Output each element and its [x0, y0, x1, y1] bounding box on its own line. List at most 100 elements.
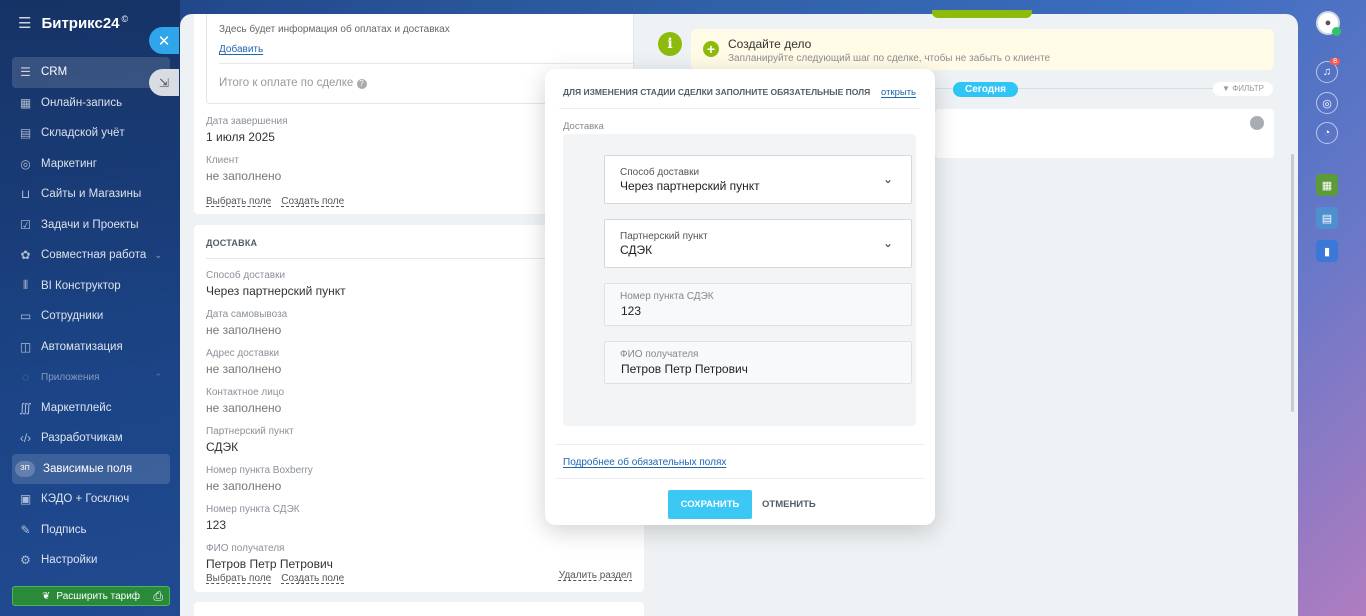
- user-avatar[interactable]: ●: [1316, 11, 1341, 36]
- help-icon[interactable]: ?: [356, 79, 367, 89]
- chat-icon: ◔: [1323, 127, 1331, 139]
- field-value[interactable]: Через партнерский пункт: [206, 284, 346, 298]
- sidebar-item-collab[interactable]: ✿ Совместная работа ⌄: [12, 240, 170, 271]
- sidebar-item-sites[interactable]: ⊔ Сайты и Магазины: [12, 179, 170, 210]
- field-value: СДЭК: [620, 243, 653, 257]
- delivery-method-select[interactable]: Способ доставки Через партнерский пункт …: [604, 155, 912, 204]
- field-value[interactable]: Петров Петр Петрович: [206, 557, 346, 571]
- partner-point-select[interactable]: Партнерский пункт СДЭК ⌄: [604, 219, 912, 268]
- chevron-down-icon[interactable]: ⌄: [154, 250, 162, 261]
- scrollbar[interactable]: [1291, 154, 1294, 412]
- sidebar-item-label: Настройки: [41, 554, 98, 567]
- sidebar-item-developers[interactable]: ‹/› Разработчикам: [12, 423, 170, 454]
- field-value[interactable]: 123: [206, 518, 346, 532]
- warehouse-icon: ▤: [19, 126, 32, 141]
- sidebar-item-sign[interactable]: ✎ Подпись: [12, 515, 170, 546]
- required-fields-help-link[interactable]: Подробнее об обязательных полях: [563, 457, 726, 468]
- doc-icon: ▣: [19, 492, 32, 507]
- save-button[interactable]: СОХРАНИТЬ: [668, 490, 752, 519]
- bell-icon: ♫: [1322, 66, 1332, 78]
- sidebar-item-bi[interactable]: ⫴ BI Конструктор: [12, 271, 170, 302]
- chevron-down-icon: ⌄: [882, 236, 893, 250]
- chart-icon: ⫴: [22, 278, 29, 293]
- field-label: Номер пункта СДЭК: [206, 504, 300, 515]
- select-field-link[interactable]: Выбрать поле: [206, 573, 271, 584]
- sidebar-item-dependent-fields[interactable]: ЗП Зависимые поля: [12, 453, 170, 484]
- comment-card[interactable]: [935, 109, 1274, 158]
- sidebar-item-label: Совместная работа: [41, 249, 147, 262]
- printer-icon[interactable]: ⎙: [153, 589, 163, 604]
- add-payment-link[interactable]: Добавить: [219, 44, 263, 55]
- todo-subtitle: Запланируйте следующий шаг по сделке, чт…: [728, 53, 1051, 64]
- sidebar-item-settings[interactable]: ⚙ Настройки: [12, 545, 170, 576]
- select-field-link[interactable]: Выбрать поле: [206, 196, 271, 207]
- filter-button[interactable]: ▼ ФИЛЬТР: [1213, 82, 1273, 96]
- close-icon: ✕: [157, 32, 171, 50]
- field-value[interactable]: СДЭК: [206, 440, 346, 454]
- minimize-panel-button[interactable]: ⇲: [149, 69, 179, 96]
- close-panel-button[interactable]: ✕: [149, 27, 179, 54]
- sidebar-item-crm[interactable]: ☰ CRM: [12, 57, 170, 88]
- sidebar-item-tasks[interactable]: ☑ Задачи и Проекты: [12, 210, 170, 241]
- sidebar-item-label: Онлайн-запись: [41, 96, 123, 109]
- sidebar-item-marketing[interactable]: ◎ Маркетинг: [12, 149, 170, 180]
- close-date-label: Дата завершения: [206, 116, 288, 127]
- open-link[interactable]: открыть: [881, 87, 916, 98]
- field-value[interactable]: не заполнено: [206, 479, 346, 493]
- sidebar-menu: ☰ CRM ▦ Онлайн-запись ▤ Складской учёт ◎ Мар…: [12, 57, 170, 576]
- todo-card[interactable]: + Создайте дело Запланируйте следующий ш…: [691, 29, 1274, 70]
- logo-mark: ©: [121, 14, 129, 24]
- popup-header: ДЛЯ ИЗМЕНЕНИЯ СТАДИИ СДЕЛКИ ЗАПОЛНИТЕ ОБ…: [563, 87, 871, 97]
- sidebar-item-booking[interactable]: ▦ Онлайн-запись: [12, 88, 170, 119]
- sidebar-group-apps[interactable]: ◌ Приложения ⌃: [12, 362, 170, 393]
- app-icon: ▦: [1321, 179, 1333, 192]
- sidebar-item-kedo[interactable]: ▣ КЭДО + Госключ: [12, 484, 170, 515]
- logo[interactable]: ☰ Битрикс24 ©: [18, 14, 128, 32]
- field-label: Дата самовывоза: [206, 309, 288, 320]
- field-value[interactable]: не заполнено: [206, 401, 346, 415]
- sidebar-item-marketplace[interactable]: ∭ Маркетплейс: [12, 393, 170, 424]
- upgrade-button[interactable]: ❦ Расширить тариф ⎙: [12, 586, 170, 606]
- field-value[interactable]: не заполнено: [206, 323, 346, 337]
- gear-icon: ⚙: [20, 553, 31, 568]
- apps-icon: ◌: [21, 370, 30, 385]
- sidebar-item-label: Задачи и Проекты: [41, 218, 139, 231]
- avatar: [1250, 116, 1264, 130]
- create-field-link[interactable]: Создать поле: [281, 196, 344, 207]
- notifications-button[interactable]: ♫ 8: [1316, 58, 1340, 83]
- app-button-1[interactable]: ▦: [1316, 174, 1338, 196]
- app-icon: ▤: [1321, 212, 1333, 225]
- sidebar-item-employees[interactable]: ▭ Сотрудники: [12, 301, 170, 332]
- collab-icon: ✿: [20, 248, 31, 263]
- today-badge: Сегодня: [953, 82, 1019, 97]
- people-icon: ▭: [19, 309, 32, 324]
- delete-section-link[interactable]: Удалить раздел: [559, 570, 632, 581]
- robot-icon: ◫: [19, 339, 32, 354]
- calendar-icon: ▦: [19, 95, 32, 110]
- field-label: Адрес доставки: [206, 348, 280, 359]
- bookmark-button[interactable]: ▮: [1316, 240, 1338, 262]
- target-icon: ◎: [1322, 97, 1332, 110]
- chevron-down-icon: ⌄: [882, 172, 893, 186]
- right-rail: ● ♫ 8 ◎ ◔ ▦ ▤ ▮: [1300, 0, 1366, 616]
- close-date-value[interactable]: 1 июля 2025: [206, 130, 344, 144]
- field-value[interactable]: не заполнено: [206, 362, 346, 376]
- chevron-up-icon[interactable]: ⌃: [154, 372, 162, 383]
- field-label: ФИО получателя: [206, 543, 285, 554]
- recipient-name-input[interactable]: ФИО получателя Петров Петр Петрович: [604, 341, 912, 384]
- add-icon[interactable]: +: [703, 41, 719, 57]
- delivery-fields: Способ доставки Через партнерский пункт Д…: [206, 270, 346, 582]
- logo-text: Битрикс24: [41, 15, 120, 32]
- sidebar-item-warehouse[interactable]: ▤ Складской учёт: [12, 118, 170, 149]
- create-field-link[interactable]: Создать поле: [281, 573, 344, 584]
- chat-button[interactable]: ◔: [1316, 122, 1338, 144]
- openlines-button[interactable]: ◎: [1316, 92, 1338, 114]
- notifications-count: 8: [1330, 58, 1340, 65]
- marketing-icon: ◎: [20, 156, 31, 171]
- cdek-point-input[interactable]: Номер пункта СДЭК 123: [604, 283, 912, 326]
- client-value[interactable]: не заполнено: [206, 169, 344, 183]
- sidebar-item-automation[interactable]: ◫ Автоматизация: [12, 332, 170, 363]
- menu-icon[interactable]: ☰: [18, 14, 31, 32]
- app-button-2[interactable]: ▤: [1316, 207, 1338, 229]
- cancel-button[interactable]: ОТМЕНИТЬ: [762, 490, 816, 519]
